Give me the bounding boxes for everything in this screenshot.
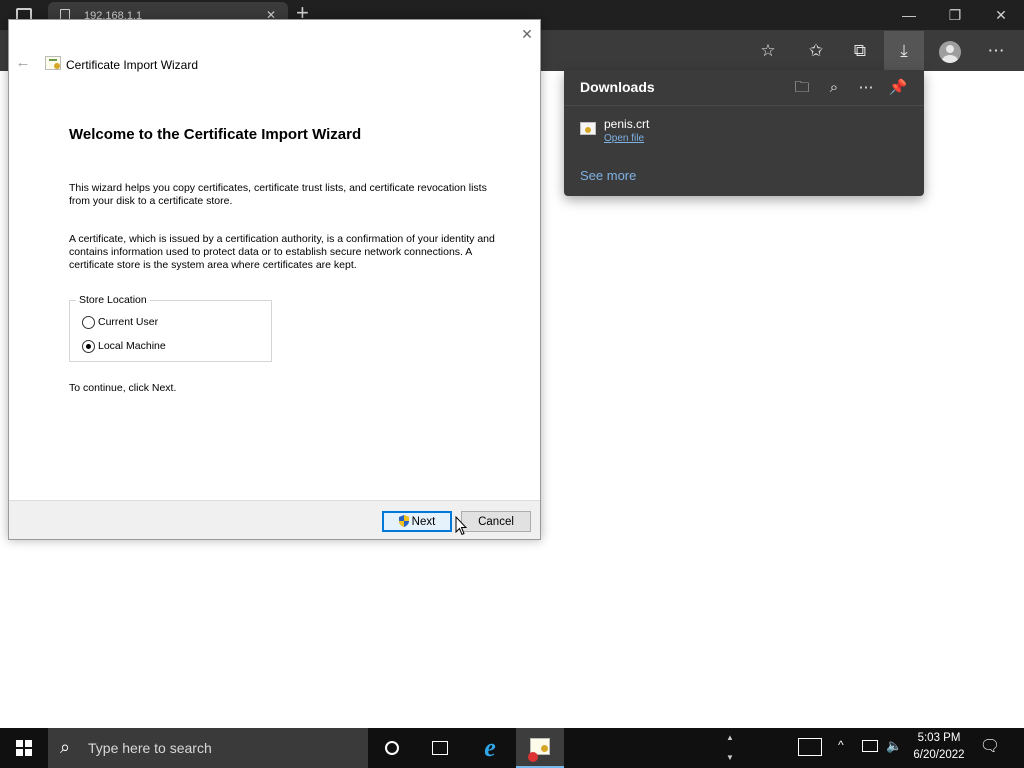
network-icon[interactable] — [862, 740, 878, 752]
radio-button-selected[interactable] — [82, 340, 95, 353]
taskbar-search-box[interactable]: ⌕ Type here to search — [48, 728, 368, 768]
wizard-window-title: Certificate Import Wizard — [66, 58, 199, 72]
taskbar-scroll-arrows[interactable]: ▲ ▼ — [722, 728, 738, 768]
collections-icon[interactable]: ⧉ — [844, 36, 876, 66]
start-button[interactable] — [0, 728, 48, 768]
avatar — [939, 40, 961, 63]
internet-explorer-icon: e — [484, 733, 496, 762]
scroll-up-icon[interactable]: ▲ — [722, 728, 738, 748]
radio-label: Local Machine — [98, 340, 166, 352]
settings-more-icon[interactable]: ⋯ — [980, 36, 1012, 66]
downloads-icon[interactable]: ⤓ — [884, 31, 924, 71]
clock-time[interactable]: 5:03 PM — [910, 732, 968, 744]
downloads-header: Downloads 🗀 ⌕ ⋯ 📌 — [564, 70, 924, 106]
page-title: Welcome to the Certificate Import Wizard — [69, 126, 362, 143]
search-icon: ⌕ — [60, 737, 71, 757]
continue-instruction: To continue, click Next. — [69, 382, 177, 394]
restore-button[interactable]: ❐ — [932, 4, 978, 26]
download-file-name: penis.crt — [604, 117, 650, 131]
internet-explorer-button[interactable]: e — [466, 728, 514, 768]
certificate-wizard-taskbar-button[interactable] — [516, 728, 564, 768]
certificate-description-paragraph: A certificate, which is issued by a cert… — [69, 233, 495, 271]
profile-button[interactable] — [934, 36, 966, 66]
scroll-down-icon[interactable]: ▼ — [722, 748, 738, 768]
task-view-icon — [432, 741, 448, 755]
open-file-link[interactable]: Open file — [604, 133, 644, 144]
add-favorite-icon[interactable]: ☆ — [752, 36, 784, 66]
certificate-icon — [45, 56, 61, 70]
volume-icon[interactable]: 🔈 — [886, 738, 902, 754]
uac-shield-icon — [398, 515, 409, 527]
open-folder-icon[interactable]: 🗀 — [790, 76, 814, 100]
favorites-icon[interactable]: ✩ — [800, 36, 832, 66]
store-location-group: Store Location Current User Local Machin… — [69, 294, 272, 362]
store-location-legend: Store Location — [76, 294, 150, 306]
windows-logo-icon — [16, 740, 32, 756]
task-view-button[interactable] — [416, 728, 464, 768]
pin-icon[interactable]: 📌 — [886, 76, 910, 100]
next-button[interactable]: Next — [382, 511, 452, 532]
show-hidden-icons-chevron[interactable]: ^ — [838, 738, 844, 752]
search-placeholder: Type here to search — [88, 740, 212, 756]
search-downloads-icon[interactable]: ⌕ — [822, 76, 846, 100]
cortana-icon — [385, 741, 399, 755]
more-options-icon[interactable]: ⋯ — [854, 76, 878, 100]
cortana-button[interactable] — [368, 728, 416, 768]
mouse-cursor-icon — [455, 516, 467, 536]
taskbar: ⌕ Type here to search e ▲ ▼ ^ 🔈 5:03 PM … — [0, 728, 1024, 768]
back-arrow-icon[interactable]: ← — [13, 54, 33, 72]
certificate-file-icon — [580, 122, 596, 135]
minimize-button[interactable]: — — [886, 4, 932, 26]
see-more-link[interactable]: See more — [580, 168, 636, 183]
downloads-panel: Downloads 🗀 ⌕ ⋯ 📌 penis.crt Open file Se… — [564, 70, 924, 196]
downloads-title: Downloads — [580, 79, 655, 95]
notification-center-icon[interactable]: 🗨 — [978, 736, 1002, 760]
clock-date[interactable]: 6/20/2022 — [910, 749, 968, 761]
radio-label: Current User — [98, 316, 159, 328]
close-window-button[interactable]: ✕ — [978, 4, 1024, 26]
intro-paragraph: This wizard helps you copy certificates,… — [69, 182, 487, 207]
news-interests-icon[interactable] — [798, 738, 822, 756]
error-badge-icon — [528, 752, 538, 762]
certificate-import-wizard-dialog: ✕ ← Certificate Import Wizard Welcome to… — [8, 19, 541, 540]
download-item[interactable]: penis.crt Open file — [564, 114, 924, 154]
cancel-button[interactable]: Cancel — [461, 511, 531, 532]
next-button-label: Next — [411, 516, 436, 528]
close-icon[interactable]: ✕ — [519, 26, 535, 42]
radio-button[interactable] — [82, 316, 95, 329]
